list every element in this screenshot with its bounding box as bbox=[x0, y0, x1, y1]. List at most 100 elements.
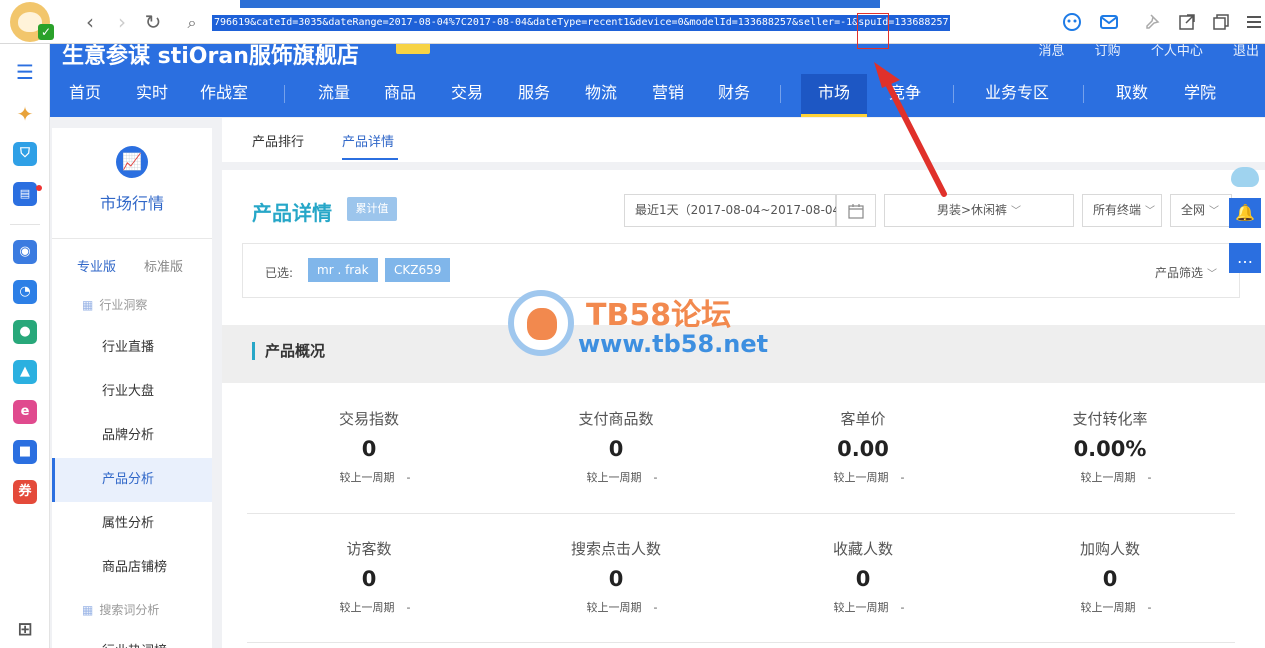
group-icon: ▦ bbox=[82, 603, 94, 617]
annotation-arrow-icon bbox=[874, 62, 947, 197]
metric-label: 支付转化率 bbox=[1072, 410, 1148, 428]
forum-watermark: TB58论坛 www.tb58.net bbox=[508, 290, 768, 370]
compare-label: 较上一周期 bbox=[833, 471, 889, 484]
subscribe-link[interactable]: 订购 bbox=[1095, 44, 1121, 59]
tab-product-ranking[interactable]: 产品排行 bbox=[252, 131, 304, 150]
sidebar-item-attribute-analysis[interactable]: 属性分析 bbox=[52, 502, 212, 546]
terminal-select[interactable]: 所有终端 ﹀ bbox=[1082, 194, 1162, 227]
url-text[interactable]: 796619&cateId=3035&dateRange=2017-08-04%… bbox=[212, 15, 950, 31]
metric-trade-index: 交易指数 0 较上一周期 - bbox=[269, 408, 469, 485]
metric-value: 0 bbox=[361, 567, 377, 591]
group-industry-insight[interactable]: ▦ 行业洞察 bbox=[82, 296, 147, 313]
selected-tag-brand[interactable]: mr . frak bbox=[308, 258, 378, 282]
refresh-button[interactable]: ↻ bbox=[141, 10, 165, 34]
nav-realtime[interactable]: 实时 bbox=[120, 74, 184, 117]
bell-icon[interactable]: 🔔 bbox=[1229, 198, 1261, 228]
group-search-terms[interactable]: ▦ 搜索词分析 bbox=[82, 601, 159, 618]
terminal-value: 所有终端 bbox=[1093, 203, 1142, 217]
section-title: 产品概况 bbox=[252, 342, 325, 360]
page-title: 产品详情 bbox=[252, 201, 332, 225]
news-icon[interactable]: ▤ bbox=[13, 182, 37, 206]
open-external-icon[interactable] bbox=[1176, 12, 1198, 34]
nav-products[interactable]: 商品 bbox=[370, 74, 430, 117]
sidebar-divider bbox=[52, 238, 212, 239]
metric-value: 0 bbox=[608, 567, 624, 591]
mascot-cloud-icon[interactable] bbox=[1231, 167, 1259, 187]
nav-service[interactable]: 服务 bbox=[504, 74, 564, 117]
metric-label: 客单价 bbox=[840, 410, 886, 428]
metrics-divider bbox=[247, 642, 1235, 643]
gauge-app-icon[interactable]: ◔ bbox=[13, 280, 37, 304]
nav-warroom[interactable]: 作战室 bbox=[192, 74, 256, 117]
selected-tag-product[interactable]: CKZ659 bbox=[385, 258, 451, 282]
date-range-select[interactable]: 最近1天（2017-08-04~2017-08-04） bbox=[624, 194, 852, 227]
metric-value: 0 bbox=[608, 437, 624, 461]
sidebar-item-industry-live[interactable]: 行业直播 bbox=[52, 326, 212, 370]
messages-link[interactable]: 消息 bbox=[1039, 44, 1065, 59]
nav-data-fetch[interactable]: 取数 bbox=[1102, 74, 1162, 117]
nav-transactions[interactable]: 交易 bbox=[437, 74, 497, 117]
coupon-app-icon[interactable]: 券 bbox=[13, 480, 37, 504]
metric-label: 支付商品数 bbox=[578, 410, 654, 428]
compare-label: 较上一周期 bbox=[1080, 471, 1136, 484]
chat-icon[interactable]: … bbox=[1229, 243, 1261, 273]
nav-business-zone[interactable]: 业务专区 bbox=[972, 74, 1062, 117]
nav-home[interactable]: 首页 bbox=[50, 74, 120, 117]
metric-compare: 较上一周期 - bbox=[516, 599, 716, 615]
grid-icon[interactable]: ⊞ bbox=[13, 618, 37, 642]
hand-logo-icon bbox=[508, 290, 574, 356]
list-icon[interactable]: ☰ bbox=[13, 60, 37, 84]
group-icon: ▦ bbox=[82, 298, 94, 312]
nav-academy[interactable]: 学院 bbox=[1170, 74, 1230, 117]
mail-icon[interactable] bbox=[1098, 12, 1120, 34]
sidebar-item-brand-analysis[interactable]: 品牌分析 bbox=[52, 414, 212, 458]
cumulative-badge: 累计值 bbox=[347, 197, 397, 221]
sidebar-item-hot-terms[interactable]: 行业热词榜 bbox=[52, 630, 212, 648]
tab-product-detail[interactable]: 产品详情 bbox=[342, 131, 394, 150]
address-bar[interactable]: ⌕ 796619&cateId=3035&dateRange=2017-08-0… bbox=[180, 12, 970, 34]
sidebar-item-product-analysis[interactable]: 产品分析 bbox=[52, 458, 212, 502]
logout-link[interactable]: 退出 bbox=[1233, 44, 1259, 59]
menu-icon[interactable] bbox=[1243, 12, 1265, 34]
network-select[interactable]: 全网 ﹀ bbox=[1170, 194, 1232, 227]
tab-standard-version[interactable]: 标准版 bbox=[144, 256, 183, 275]
sidebar-item-industry-overview[interactable]: 行业大盘 bbox=[52, 370, 212, 414]
chevron-down-icon: ﹀ bbox=[1145, 206, 1156, 217]
browser-tab-strip[interactable] bbox=[240, 0, 880, 8]
chevron-down-icon: ﹀ bbox=[1209, 206, 1220, 217]
sub-tabs: 产品排行 产品详情 bbox=[222, 118, 1265, 162]
e-app-icon[interactable]: e bbox=[13, 400, 37, 424]
nav-finance[interactable]: 财务 bbox=[704, 74, 764, 117]
extension-icon[interactable] bbox=[1061, 12, 1083, 34]
nav-market[interactable]: 市场 bbox=[801, 74, 867, 117]
metric-value: 0 bbox=[361, 437, 377, 461]
user-app-icon[interactable]: ● bbox=[13, 320, 37, 344]
app-dock: ☰ ✦ ⛉ ▤ ◉ ◔ ● ▲ e ■ 券 ⊞ bbox=[0, 44, 50, 648]
nav-logistics[interactable]: 物流 bbox=[571, 74, 631, 117]
nav-traffic[interactable]: 流量 bbox=[304, 74, 364, 117]
group-label: 搜索词分析 bbox=[99, 603, 160, 617]
shopping-bag-icon[interactable]: ⛉ bbox=[13, 142, 37, 166]
compare-value: - bbox=[653, 601, 658, 614]
bag-app-icon[interactable]: ■ bbox=[13, 440, 37, 464]
sidebar-item-shop-ranking[interactable]: 商品店铺榜 bbox=[52, 546, 212, 590]
nav-divider bbox=[284, 85, 285, 103]
category-value: 男装>休闲裤 bbox=[936, 203, 1008, 217]
forward-button[interactable]: › bbox=[110, 10, 134, 34]
metric-visitors: 访客数 0 较上一周期 - bbox=[269, 538, 469, 615]
product-filter-toggle[interactable]: 产品筛选 ﹀ bbox=[1155, 264, 1217, 281]
calendar-icon bbox=[848, 204, 864, 219]
back-button[interactable]: ‹ bbox=[78, 10, 102, 34]
metric-value: 0.00 bbox=[837, 437, 889, 461]
pin-icon[interactable] bbox=[1142, 12, 1164, 34]
star-icon[interactable]: ✦ bbox=[13, 102, 37, 126]
notification-dot bbox=[36, 185, 42, 191]
metric-value: 0 bbox=[855, 567, 871, 591]
tab-pro-version[interactable]: 专业版 bbox=[77, 256, 116, 275]
profile-link[interactable]: 个人中心 bbox=[1151, 44, 1203, 59]
eye-app-icon[interactable]: ◉ bbox=[13, 240, 37, 264]
triangle-app-icon[interactable]: ▲ bbox=[13, 360, 37, 384]
nav-divider bbox=[780, 85, 781, 103]
nav-marketing[interactable]: 营销 bbox=[638, 74, 698, 117]
window-icon[interactable] bbox=[1210, 12, 1232, 34]
